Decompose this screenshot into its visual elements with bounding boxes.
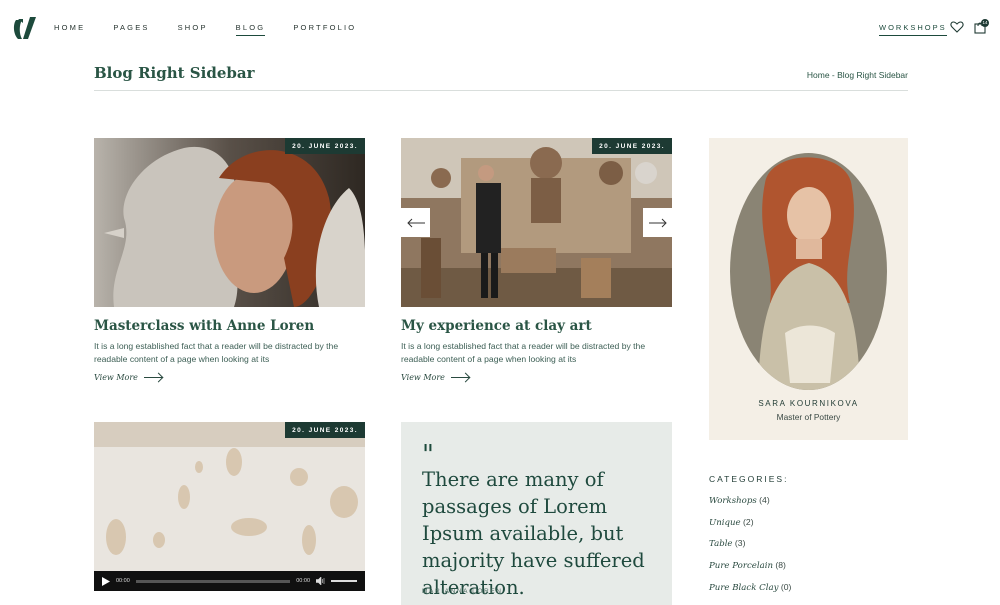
categories-heading: CATEGORIES: bbox=[709, 474, 789, 484]
arrow-left-icon bbox=[406, 218, 425, 227]
category-count: (4) bbox=[759, 495, 770, 505]
post-image-masterclass[interactable]: 20. JUNE 2023. bbox=[94, 138, 365, 307]
category-name[interactable]: Pure Porcelain bbox=[709, 561, 773, 571]
post-excerpt: It is a long established fact that a rea… bbox=[401, 341, 646, 364]
nav-portfolio[interactable]: PORTFOLIO bbox=[293, 23, 356, 36]
post-excerpt: It is a long established fact that a rea… bbox=[94, 341, 339, 364]
sculpture-woman-photo bbox=[94, 138, 365, 307]
quote-author: MARIANNA LOREN bbox=[422, 588, 503, 595]
audio-progress-bar[interactable] bbox=[135, 579, 291, 583]
post-title[interactable]: My experience at clay art bbox=[401, 318, 592, 334]
nav-shop[interactable]: SHOP bbox=[178, 23, 208, 36]
arrow-right-icon bbox=[648, 218, 667, 227]
post-title[interactable]: Masterclass with Anne Loren bbox=[94, 318, 314, 334]
ceramic-objects-photo bbox=[94, 422, 365, 571]
quote-text: There are many of passages of Lorem Ipsu… bbox=[422, 468, 645, 599]
audio-player: 00:00 00:00 bbox=[94, 571, 365, 591]
breadcrumb[interactable]: Home - Blog Right Sidebar bbox=[807, 70, 908, 80]
wishlist-heart-icon[interactable] bbox=[950, 20, 964, 34]
view-more-link[interactable]: View More bbox=[94, 373, 162, 382]
category-item[interactable]: Table (3) bbox=[709, 538, 791, 560]
category-name[interactable]: Unique bbox=[709, 518, 741, 528]
audio-current-time: 00:00 bbox=[116, 578, 130, 584]
quote-card: " There are many of passages of Lorem Ip… bbox=[401, 422, 672, 605]
category-count: (2) bbox=[743, 516, 754, 527]
author-profile-card: SARA KOURNIKOVA Master of Pottery bbox=[709, 138, 908, 440]
category-count: (3) bbox=[734, 538, 746, 549]
post-date-badge: 20. JUNE 2023. bbox=[285, 422, 365, 438]
author-name: SARA KOURNIKOVA bbox=[758, 399, 859, 408]
author-avatar bbox=[730, 153, 887, 390]
arrow-right-icon bbox=[143, 377, 162, 378]
category-item[interactable]: Pure Black Clay (0) bbox=[709, 582, 791, 604]
post-image-ceramics[interactable]: 20. JUNE 2023. bbox=[94, 422, 365, 571]
audio-total-time: 00:00 bbox=[296, 578, 310, 584]
nav-blog[interactable]: BLOG bbox=[235, 23, 266, 36]
post-date-badge: 20. JUNE 2023. bbox=[285, 138, 365, 154]
author-role: Master of Pottery bbox=[776, 412, 841, 422]
category-item[interactable]: Unique (2) bbox=[709, 517, 791, 539]
title-divider bbox=[94, 90, 908, 91]
potter-portrait-photo bbox=[730, 153, 887, 390]
nav-home[interactable]: HOME bbox=[54, 23, 85, 36]
category-count: (8) bbox=[775, 560, 786, 571]
view-more-label: View More bbox=[401, 373, 445, 382]
volume-slider[interactable] bbox=[331, 580, 357, 582]
main-nav: HOME PAGES SHOP BLOG PORTFOLIO bbox=[54, 23, 384, 36]
post-image-clay-art[interactable]: 20. JUNE 2023. bbox=[401, 138, 672, 307]
page-title: Blog Right Sidebar bbox=[94, 64, 255, 82]
category-name[interactable]: Pure Black Clay bbox=[709, 583, 778, 593]
view-more-link[interactable]: View More bbox=[401, 373, 469, 382]
category-item[interactable]: Pure Porcelain (8) bbox=[709, 560, 791, 582]
cart-count-badge: 14 bbox=[981, 19, 989, 27]
site-header: HOME PAGES SHOP BLOG PORTFOLIO WORKSHOPS… bbox=[0, 0, 1000, 56]
play-icon[interactable] bbox=[102, 576, 110, 586]
category-name[interactable]: Workshops bbox=[709, 496, 757, 506]
post-date-badge: 20. JUNE 2023. bbox=[592, 138, 672, 154]
category-count: (0) bbox=[780, 581, 792, 592]
nav-pages[interactable]: PAGES bbox=[113, 23, 149, 36]
slider-prev-button[interactable] bbox=[401, 208, 430, 237]
slider-next-button[interactable] bbox=[643, 208, 672, 237]
category-name[interactable]: Table bbox=[709, 539, 733, 549]
arrow-right-icon bbox=[450, 377, 469, 378]
view-more-label: View More bbox=[94, 373, 138, 382]
category-item[interactable]: Workshops (4) bbox=[709, 495, 791, 517]
brand-logo-icon[interactable] bbox=[12, 14, 38, 42]
categories-list: Workshops (4) Unique (2) Table (3) Pure … bbox=[709, 495, 791, 603]
studio-sculptor-photo bbox=[401, 138, 672, 307]
volume-icon[interactable] bbox=[316, 577, 325, 585]
workshops-link[interactable]: WORKSHOPS bbox=[879, 23, 947, 36]
